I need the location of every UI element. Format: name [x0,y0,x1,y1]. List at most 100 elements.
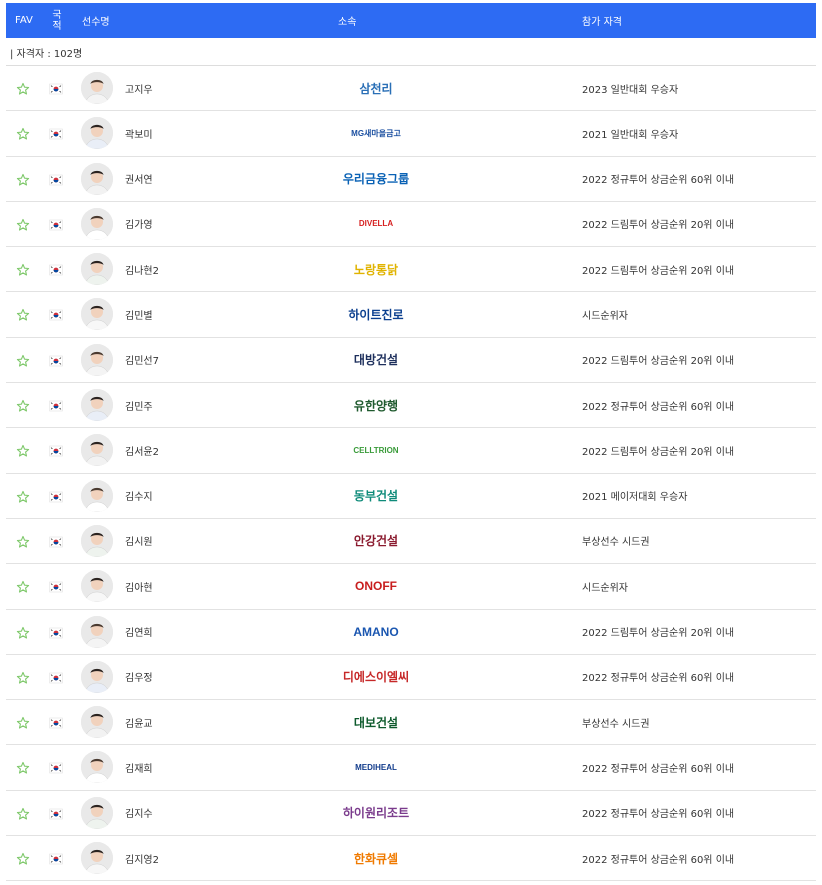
avatar[interactable] [81,751,113,784]
table-row[interactable]: 권서연 우리금융그룹 2022 정규투어 상금순위 60위 이내 [6,157,816,202]
table-row[interactable]: 김민주 유한양행 2022 정규투어 상금순위 60위 이내 [6,383,816,429]
table-row[interactable]: 김재희 MEDIHEAL 2022 정규투어 상금순위 60위 이내 [6,745,816,791]
avatar[interactable] [81,479,113,512]
player-name[interactable]: 곽보미 [125,111,153,155]
affiliation-name: 한화큐셀 [353,851,399,866]
table-row[interactable]: 김우정 디에스이엘씨 2022 정규투어 상금순위 60위 이내 [6,655,816,701]
favorite-star-icon[interactable] [16,172,30,186]
avatar[interactable] [81,72,113,104]
player-name[interactable]: 김가영 [125,202,153,246]
player-name[interactable]: 김서윤2 [125,428,159,472]
angang-logo-icon: 안강건설 [326,529,426,553]
player-name[interactable]: 김민주 [125,383,153,427]
avatar[interactable] [81,343,113,376]
table-row[interactable]: 김윤교 대보건설 부상선수 시드권 [6,700,816,746]
favorite-star-icon[interactable] [16,851,30,865]
avatar[interactable] [81,524,113,557]
favorite-star-icon[interactable] [16,81,30,95]
qualification: 2021 메이저대회 우승자 [582,492,688,504]
affiliation-name: 우리금융그룹 [342,172,410,187]
table-row[interactable]: 김아현 ONOFF 시드순위자 [6,564,816,610]
favorite-star-icon[interactable] [16,398,30,412]
header-fav[interactable]: FAV [15,3,33,38]
qualification: 2022 정규투어 상금순위 60위 이내 [582,854,735,866]
favorite-star-icon[interactable] [16,217,30,231]
player-name[interactable]: 김민선7 [125,338,159,382]
avatar[interactable] [81,298,113,331]
player-name[interactable]: 김윤교 [125,700,153,744]
header-affiliation[interactable]: 소속 [338,3,356,38]
player-name[interactable]: 고지우 [125,66,153,110]
player-name[interactable]: 김연희 [125,610,153,654]
favorite-star-icon[interactable] [16,715,30,729]
avatar[interactable] [81,570,113,603]
player-name[interactable]: 김재희 [125,745,153,789]
daebang-logo-icon: 대방건설 [326,348,426,372]
qualification: 2022 드림투어 상금순위 20위 이내 [582,265,735,277]
avatar[interactable] [81,389,113,422]
avatar[interactable] [81,660,113,693]
player-name[interactable]: 김지영2 [125,836,159,880]
favorite-star-icon[interactable] [16,443,30,457]
avatar[interactable] [81,615,113,648]
favorite-star-icon[interactable] [16,806,30,820]
affiliation-name: 디에스이엘씨 [342,670,410,685]
korea-flag-icon [49,398,63,412]
high1-logo-icon: 하이원리조트 [326,801,426,825]
korea-flag-icon [49,489,63,503]
player-name[interactable]: 김나현2 [125,247,159,291]
celltrion-logo-icon: CELLTRION [326,438,426,462]
favorite-star-icon[interactable] [16,534,30,548]
table-row[interactable]: 곽보미 MG새마을금고 2021 일반대회 우승자 [6,111,816,157]
header-qualification[interactable]: 참가 자격 [582,3,622,38]
player-name[interactable]: 김아현 [125,564,153,608]
avatar[interactable] [81,842,113,875]
header-nationality[interactable]: 국 적 [50,3,64,38]
player-name[interactable]: 권서연 [125,157,153,201]
favorite-star-icon[interactable] [16,489,30,503]
korea-flag-icon [49,262,63,276]
favorite-star-icon[interactable] [16,670,30,684]
table-row[interactable]: 김나현2 노랑통닭 2022 드림투어 상금순위 20위 이내 [6,247,816,293]
avatar[interactable] [81,706,113,739]
table-row[interactable]: 김지수 하이원리조트 2022 정규투어 상금순위 60위 이내 [6,791,816,837]
table-row[interactable]: 김연희 AMANO 2022 드림투어 상금순위 20위 이내 [6,610,816,655]
ds-logo-icon: 디에스이엘씨 [326,665,426,689]
avatar[interactable] [81,796,113,829]
avatar[interactable] [81,117,113,150]
qualification: 2022 드림투어 상금순위 20위 이내 [582,356,735,368]
table-row[interactable]: 김서윤2 CELLTRION 2022 드림투어 상금순위 20위 이내 [6,428,816,474]
favorite-star-icon[interactable] [16,307,30,322]
table-row[interactable]: 김시원 안강건설 부상선수 시드권 [6,519,816,565]
table-row[interactable]: 김지영2 한화큐셀 2022 정규투어 상금순위 60위 이내 [6,836,816,882]
favorite-star-icon[interactable] [16,579,30,593]
player-name[interactable]: 김민별 [125,292,153,336]
dongbu-logo-icon: 동부건설 [326,484,426,508]
table-row[interactable]: 김가영 DIVELLA 2022 드림투어 상금순위 20위 이내 [6,202,816,248]
avatar[interactable] [81,162,113,195]
player-name[interactable]: 김시원 [125,519,153,563]
affiliation-name: 동부건설 [353,489,399,504]
qualification: 2022 정규투어 상금순위 60위 이내 [582,401,735,413]
favorite-star-icon[interactable] [16,760,30,775]
player-name[interactable]: 김지수 [125,791,153,835]
player-name[interactable]: 김수지 [125,474,153,518]
avatar[interactable] [81,207,113,240]
avatar[interactable] [81,253,113,286]
affiliation-name: 삼천리 [359,81,393,96]
korea-flag-icon [49,534,63,548]
table-row[interactable]: 김민선7 대방건설 2022 드림투어 상금순위 20위 이내 [6,338,816,384]
table-header: FAV 국 적 선수명 소속 참가 자격 [6,3,816,38]
player-name[interactable]: 김우정 [125,655,153,699]
table-row[interactable]: 고지우 삼천리 2023 일반대회 우승자 [6,66,816,112]
favorite-star-icon[interactable] [16,353,30,367]
favorite-star-icon[interactable] [16,262,30,276]
qualification: 시드순위자 [582,310,628,322]
header-player[interactable]: 선수명 [82,3,110,38]
table-row[interactable]: 김수지 동부건설 2021 메이저대회 우승자 [6,474,816,519]
table-row[interactable]: 김민별 하이트진로 시드순위자 [6,292,816,338]
favorite-star-icon[interactable] [16,126,30,140]
favorite-star-icon[interactable] [16,625,30,639]
qualification: 부상선수 시드권 [582,718,650,730]
avatar[interactable] [81,434,113,467]
